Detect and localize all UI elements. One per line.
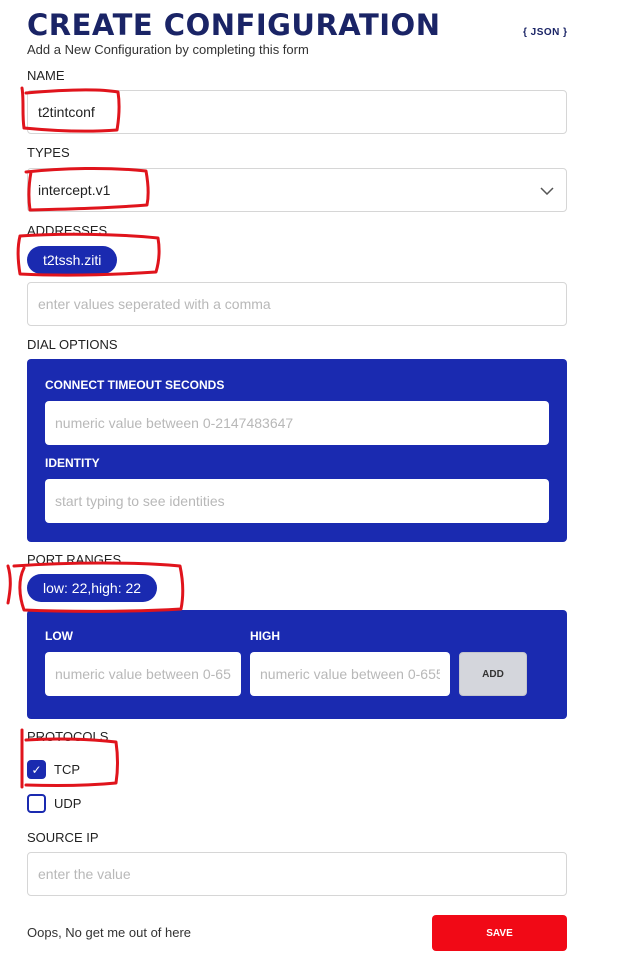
connect-timeout-label: CONNECT TIMEOUT SECONDS [45,378,225,392]
high-port-input[interactable] [250,652,450,696]
source-ip-label: SOURCE IP [27,830,99,845]
addresses-label: ADDRESSES [27,223,108,238]
source-ip-input[interactable] [27,852,567,896]
name-input[interactable] [27,90,567,134]
types-select[interactable]: intercept.v1 [27,168,567,212]
types-label: TYPES [27,145,70,160]
name-label: NAME [27,68,65,83]
low-port-input[interactable] [45,652,241,696]
tcp-label: TCP [54,762,80,777]
addresses-input[interactable] [27,282,567,326]
address-chip[interactable]: t2tssh.ziti [27,246,118,274]
connect-timeout-input[interactable] [45,401,549,445]
port-ranges-label: PORT RANGES [27,552,122,567]
udp-checkbox[interactable] [27,794,46,813]
udp-label: UDP [54,796,82,811]
high-label: HIGH [250,629,280,643]
page-title: CREATE CONFIGURATION [27,8,441,42]
cancel-link[interactable]: Oops, No get me out of here [27,925,191,940]
tcp-checkbox[interactable]: ✓ [27,760,46,779]
dial-options-panel: CONNECT TIMEOUT SECONDS IDENTITY [27,359,567,542]
identity-label: IDENTITY [45,456,100,470]
identity-input[interactable] [45,479,549,523]
port-range-chip[interactable]: low: 22,high: 22 [27,574,158,602]
port-ranges-panel: LOW HIGH ADD [27,610,567,719]
dial-options-label: DIAL OPTIONS [27,337,118,352]
types-selected-value: intercept.v1 [38,182,111,198]
page-subtitle: Add a New Configuration by completing th… [27,42,309,57]
check-icon: ✓ [31,762,42,777]
low-label: LOW [45,629,73,643]
add-port-range-button[interactable]: ADD [459,652,527,696]
chevron-down-icon [540,182,554,198]
protocols-label: PROTOCOLS [27,729,109,744]
save-button[interactable]: SAVE [432,915,567,951]
json-toggle-link[interactable]: { JSON } [523,27,568,38]
